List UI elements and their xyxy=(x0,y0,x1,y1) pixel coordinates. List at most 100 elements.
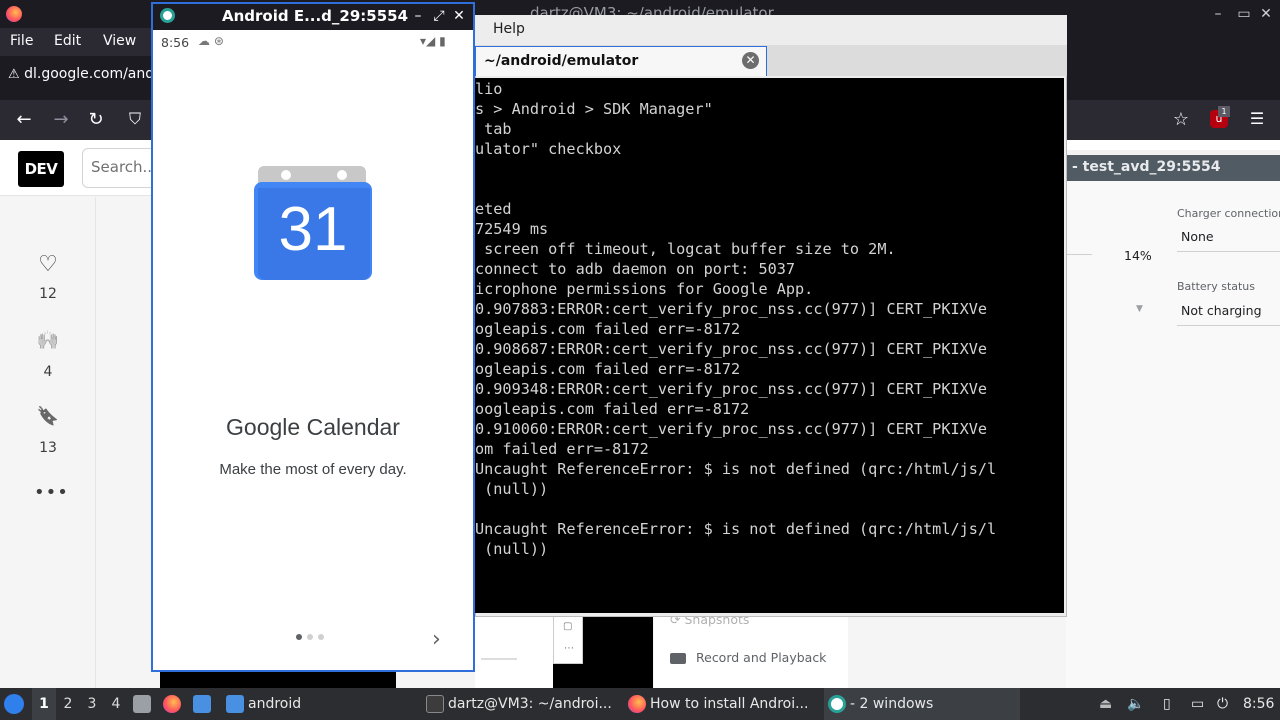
terminal-line: eted xyxy=(475,200,512,218)
more-icon[interactable]: ⋯ xyxy=(564,643,574,654)
power-icon[interactable]: ⏻ xyxy=(1217,688,1235,720)
terminal-line: 0.910060:ERROR:cert_verify_proc_nss.cc(9… xyxy=(475,420,988,438)
emulator-toolbar-mini: ▢ ⋯ xyxy=(553,614,583,664)
menu-view[interactable]: View xyxy=(103,33,136,49)
app-title: Google Calendar xyxy=(226,414,400,440)
shield-icon[interactable]: ⛉ xyxy=(124,109,146,129)
menu-help[interactable]: Help xyxy=(493,21,525,37)
calendar-day-number: 31 xyxy=(278,195,348,264)
terminal-line: Uncaught ReferenceError: $ is not define… xyxy=(475,460,997,478)
charger-connection-select[interactable]: None xyxy=(1181,229,1214,244)
workspace-2[interactable]: 2 xyxy=(56,688,80,720)
bookmark-icon: 🔖 xyxy=(36,406,60,427)
volume-icon[interactable]: 🔈 xyxy=(1127,688,1145,720)
terminal-line: (null)) xyxy=(475,540,549,558)
back-icon[interactable]: ← xyxy=(13,109,35,130)
extended-controls-strip xyxy=(475,614,553,688)
battery-status-select[interactable]: Not charging xyxy=(1181,303,1262,318)
page-indicator xyxy=(296,634,336,642)
forward-icon[interactable]: → xyxy=(50,109,72,130)
firefox-launcher-icon[interactable] xyxy=(163,688,185,720)
file-manager-launcher-icon[interactable] xyxy=(133,688,155,720)
battery-panel xyxy=(1066,181,1280,688)
terminal-tab[interactable]: ~/android/emulator xyxy=(475,46,767,76)
app-subtitle: Make the most of every day. xyxy=(219,461,407,478)
terminal-line: ogleapis.com failed err=-8172 xyxy=(475,360,741,378)
task-emulator[interactable]: - 2 windows xyxy=(824,688,1020,720)
firefox-menubar: File Edit View xyxy=(0,28,152,56)
dev-logo[interactable]: DEV xyxy=(18,151,64,187)
taskbar: 1 2 3 4 android dartz@VM3: ~/androi... H… xyxy=(0,688,1280,720)
firefox-logo-icon xyxy=(6,6,22,22)
save-reaction[interactable]: 🔖 13 xyxy=(30,406,66,456)
terminal-line: 72549 ms xyxy=(475,220,549,238)
menu-file[interactable]: File xyxy=(10,33,33,49)
workspace-4[interactable]: 4 xyxy=(104,688,128,720)
terminal-line: ulator" checkbox xyxy=(475,140,622,158)
unicorn-reaction[interactable]: 🙌 4 xyxy=(30,330,66,380)
more-options-icon[interactable]: ••• xyxy=(34,482,68,503)
close-icon[interactable]: ✕ xyxy=(1258,6,1274,22)
firefox-tab[interactable]: ⚠ dl.google.com/andr xyxy=(8,66,160,82)
terminal-line: connect to adb daemon on port: 5037 xyxy=(475,260,796,278)
start-menu-icon[interactable] xyxy=(4,688,28,720)
extended-controls-title: - test_avd_29:5554 xyxy=(1066,155,1280,181)
workspace-1[interactable]: 1 xyxy=(32,688,56,720)
terminal-line: screen off timeout, logcat buffer size t… xyxy=(475,240,896,258)
status-time: 8:56 xyxy=(161,35,190,50)
charge-slider[interactable] xyxy=(1066,254,1092,255)
next-arrow-icon[interactable]: › xyxy=(432,627,441,652)
clipboard-icon[interactable]: ▯ xyxy=(1163,688,1181,720)
reload-icon[interactable]: ↻ xyxy=(85,109,107,130)
emulator-logo-icon xyxy=(160,8,175,23)
task-android[interactable]: android xyxy=(222,688,418,720)
terminal-line: oogleapis.com failed err=-8172 xyxy=(475,400,750,418)
terminal-line: Uncaught ReferenceError: $ is not define… xyxy=(475,520,997,538)
terminal-line: ogleapis.com failed err=-8172 xyxy=(475,320,741,338)
task-terminal[interactable]: dartz@VM3: ~/androi... xyxy=(422,688,618,720)
emulator-footer xyxy=(160,672,396,688)
terminal-line: tab xyxy=(475,120,512,138)
search-input[interactable]: Search... xyxy=(82,148,162,188)
clock[interactable]: 8:56 xyxy=(1243,688,1277,720)
terminal-line: om failed err=-8172 xyxy=(475,440,649,458)
signal-battery-icons: ▾◢ ▮ xyxy=(420,34,446,48)
divider xyxy=(481,658,517,660)
nav-item-record[interactable]: Record and Playback xyxy=(670,650,826,665)
hands-icon: 🙌 xyxy=(36,330,60,351)
minimize-icon[interactable]: – xyxy=(1210,6,1226,22)
close-icon[interactable]: ✕ xyxy=(451,7,467,25)
hamburger-menu-icon[interactable]: ☰ xyxy=(1246,109,1268,128)
save-count: 13 xyxy=(39,440,57,456)
desktop-launcher-icon[interactable] xyxy=(193,688,215,720)
page-dot xyxy=(296,634,302,640)
divider xyxy=(1177,325,1280,326)
like-count: 12 xyxy=(39,286,57,302)
bookmark-star-icon[interactable]: ☆ xyxy=(1170,109,1192,130)
display-icon[interactable]: ▭ xyxy=(1191,688,1209,720)
emulator-window-title: Android E...d_29:5554 xyxy=(222,7,409,25)
dropdown-arrow-icon[interactable]: ▼ xyxy=(1136,304,1143,314)
tab-title: dl.google.com/andr xyxy=(24,66,160,82)
charger-connection-label: Charger connection xyxy=(1177,207,1280,220)
workspace-3[interactable]: 3 xyxy=(80,688,104,720)
folder-icon xyxy=(226,695,244,713)
minimize-icon[interactable]: – xyxy=(410,7,426,25)
maximize-icon[interactable]: ⤢ xyxy=(431,7,447,25)
square-icon[interactable]: ▢ xyxy=(563,621,572,632)
terminal-line: icrophone permissions for Google App. xyxy=(475,280,814,298)
task-firefox[interactable]: How to install Androi... xyxy=(624,688,820,720)
terminal-line: (null)) xyxy=(475,480,549,498)
firefox-icon xyxy=(628,695,646,713)
eject-icon[interactable]: ⏏ xyxy=(1099,688,1117,720)
like-reaction[interactable]: ♡ 12 xyxy=(30,252,66,302)
videocam-icon xyxy=(670,653,686,664)
extended-controls-nav: ⟳ Snapshots Record and Playback xyxy=(654,612,848,688)
notification-icons: ☁ ⊛ xyxy=(198,34,224,48)
terminal-line: 0.909348:ERROR:cert_verify_proc_nss.cc(9… xyxy=(475,380,988,398)
menu-edit[interactable]: Edit xyxy=(54,33,81,49)
close-tab-icon[interactable]: ✕ xyxy=(742,52,759,69)
maximize-icon[interactable]: ▭ xyxy=(1236,6,1252,22)
